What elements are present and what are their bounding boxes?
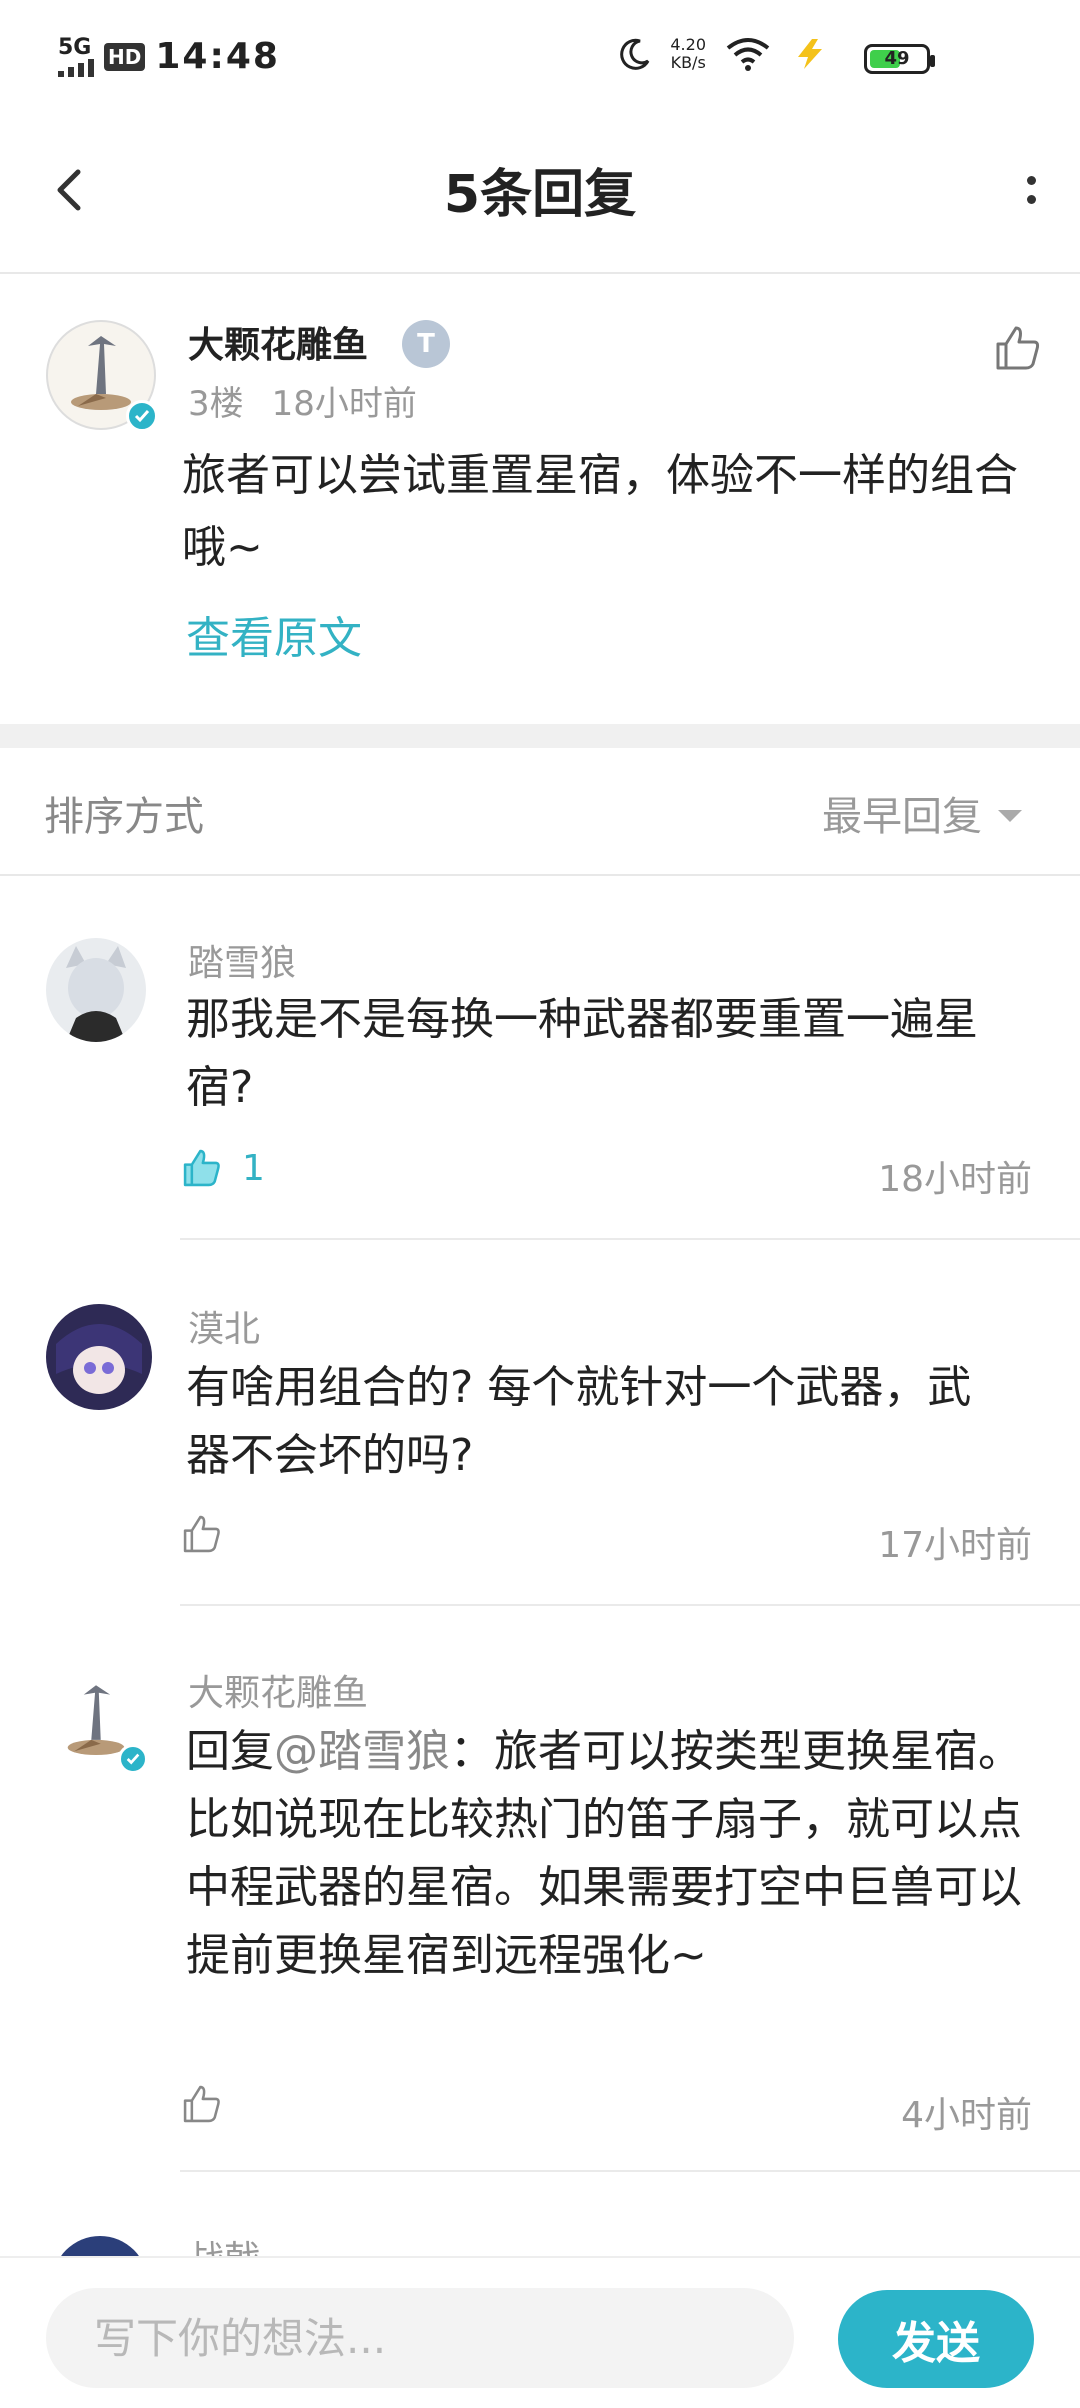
page-title: 5条回复 [443, 165, 637, 225]
avatar[interactable] [46, 1304, 152, 1410]
speed-unit: KB/s [670, 53, 706, 72]
like-button[interactable] [180, 2082, 224, 2126]
original-post: 大颗花雕鱼 T 3楼 18小时前 旅者可以尝试重置星宿，体验不一样的组合哦~ 查看… [0, 276, 1080, 724]
status-right: 4.20 KB/s [618, 36, 830, 72]
thumbs-up-icon [996, 326, 1040, 370]
header: 5条回复 [0, 110, 1080, 274]
avatar[interactable] [46, 1672, 148, 1774]
verified-icon [118, 1744, 148, 1774]
like-button[interactable] [180, 1512, 224, 1556]
dot-icon [1026, 176, 1036, 185]
like-count: 1 [242, 1147, 265, 1189]
thumbs-up-filled-icon [183, 1149, 220, 1187]
wifi-icon [726, 38, 770, 71]
reply-content: 回复@踏雪狼：旅者可以按类型更换星宿。比如说现在比较热门的笛子扇子，就可以点中程… [186, 1718, 1036, 1990]
view-original-link[interactable]: 查看原文 [186, 602, 362, 666]
status-bar: 5G HD 14:48 4.20 KB/s 49 [0, 0, 1080, 110]
reply-item: 战戟 [0, 2228, 1080, 2258]
comment-input[interactable] [46, 2288, 794, 2388]
reply-item: 踏雪狼 那我是不是每换一种武器都要重置一遍星宿? 1 18小时前 [0, 876, 1080, 1240]
charging-icon [798, 39, 822, 69]
reply-time: 17小时前 [878, 1525, 1032, 1566]
post-content: 旅者可以尝试重置星宿，体验不一样的组合哦~ [182, 450, 1018, 573]
thumbs-up-icon [183, 2085, 220, 2123]
more-options-button[interactable] [1006, 160, 1056, 220]
reply-author[interactable]: 战戟 [188, 2230, 260, 2258]
verified-icon [126, 400, 158, 432]
avatar[interactable] [46, 320, 158, 432]
sort-value: 最早回复 [822, 794, 982, 840]
comment-bar: 发送 [0, 2256, 1080, 2408]
floor-number: 3楼 [188, 384, 244, 424]
speed-value: 4.20 [670, 35, 706, 54]
reply-time: 4小时前 [901, 2095, 1032, 2136]
status-left: 5G HD 14:48 [58, 36, 280, 77]
character-avatar-icon [56, 1324, 142, 1394]
section-divider [0, 724, 1080, 748]
like-button[interactable]: 1 [180, 1146, 265, 1190]
reply-prefix: 回复 [186, 1726, 274, 1777]
battery-level: 49 [884, 48, 910, 69]
character-avatar-icon [66, 946, 126, 1042]
avatar[interactable] [46, 938, 146, 1042]
reply-time: 18小时前 [878, 1159, 1032, 1200]
avatar[interactable] [52, 2236, 148, 2258]
mention-link[interactable]: @踏雪狼 [274, 1726, 450, 1777]
sort-label: 排序方式 [44, 794, 204, 840]
reply-item: 大颗花雕鱼 回复@踏雪狼：旅者可以按类型更换星宿。比如说现在比较热门的笛子扇子，… [0, 1606, 1080, 2172]
network-type: 5G [58, 34, 92, 60]
dot-icon [1026, 195, 1036, 204]
thumbs-up-icon [183, 1515, 220, 1553]
network-speed: 4.20 KB/s [670, 36, 706, 72]
post-like-button[interactable] [992, 322, 1044, 374]
clock: 14:48 [155, 36, 280, 77]
reply-content: 有啥用组合的? 每个就针对一个武器，武器不会坏的吗? [186, 1362, 972, 1481]
signal-icon [58, 58, 94, 77]
sort-dropdown[interactable]: 最早回复 [822, 784, 1022, 842]
battery-icon: 49 [864, 44, 935, 74]
sort-row: 排序方式 最早回复 [0, 748, 1080, 876]
moon-icon [620, 38, 650, 70]
post-time: 18小时前 [271, 384, 417, 424]
caret-down-icon [998, 810, 1022, 822]
reply-item: 漠北 有啥用组合的? 每个就针对一个武器，武器不会坏的吗? 17小时前 [0, 1240, 1080, 1606]
level-badge: T [402, 320, 450, 368]
reply-author[interactable]: 踏雪狼 [188, 934, 296, 986]
post-author[interactable]: 大颗花雕鱼 [188, 316, 368, 368]
reply-content: 那我是不是每换一种武器都要重置一遍星宿? [186, 994, 978, 1113]
send-button[interactable]: 发送 [838, 2290, 1034, 2388]
divider [180, 2170, 1080, 2172]
post-meta: 3楼 18小时前 [188, 376, 417, 425]
reply-author[interactable]: 漠北 [188, 1300, 260, 1352]
hd-icon: HD [104, 42, 146, 71]
reply-author[interactable]: 大颗花雕鱼 [188, 1664, 368, 1716]
